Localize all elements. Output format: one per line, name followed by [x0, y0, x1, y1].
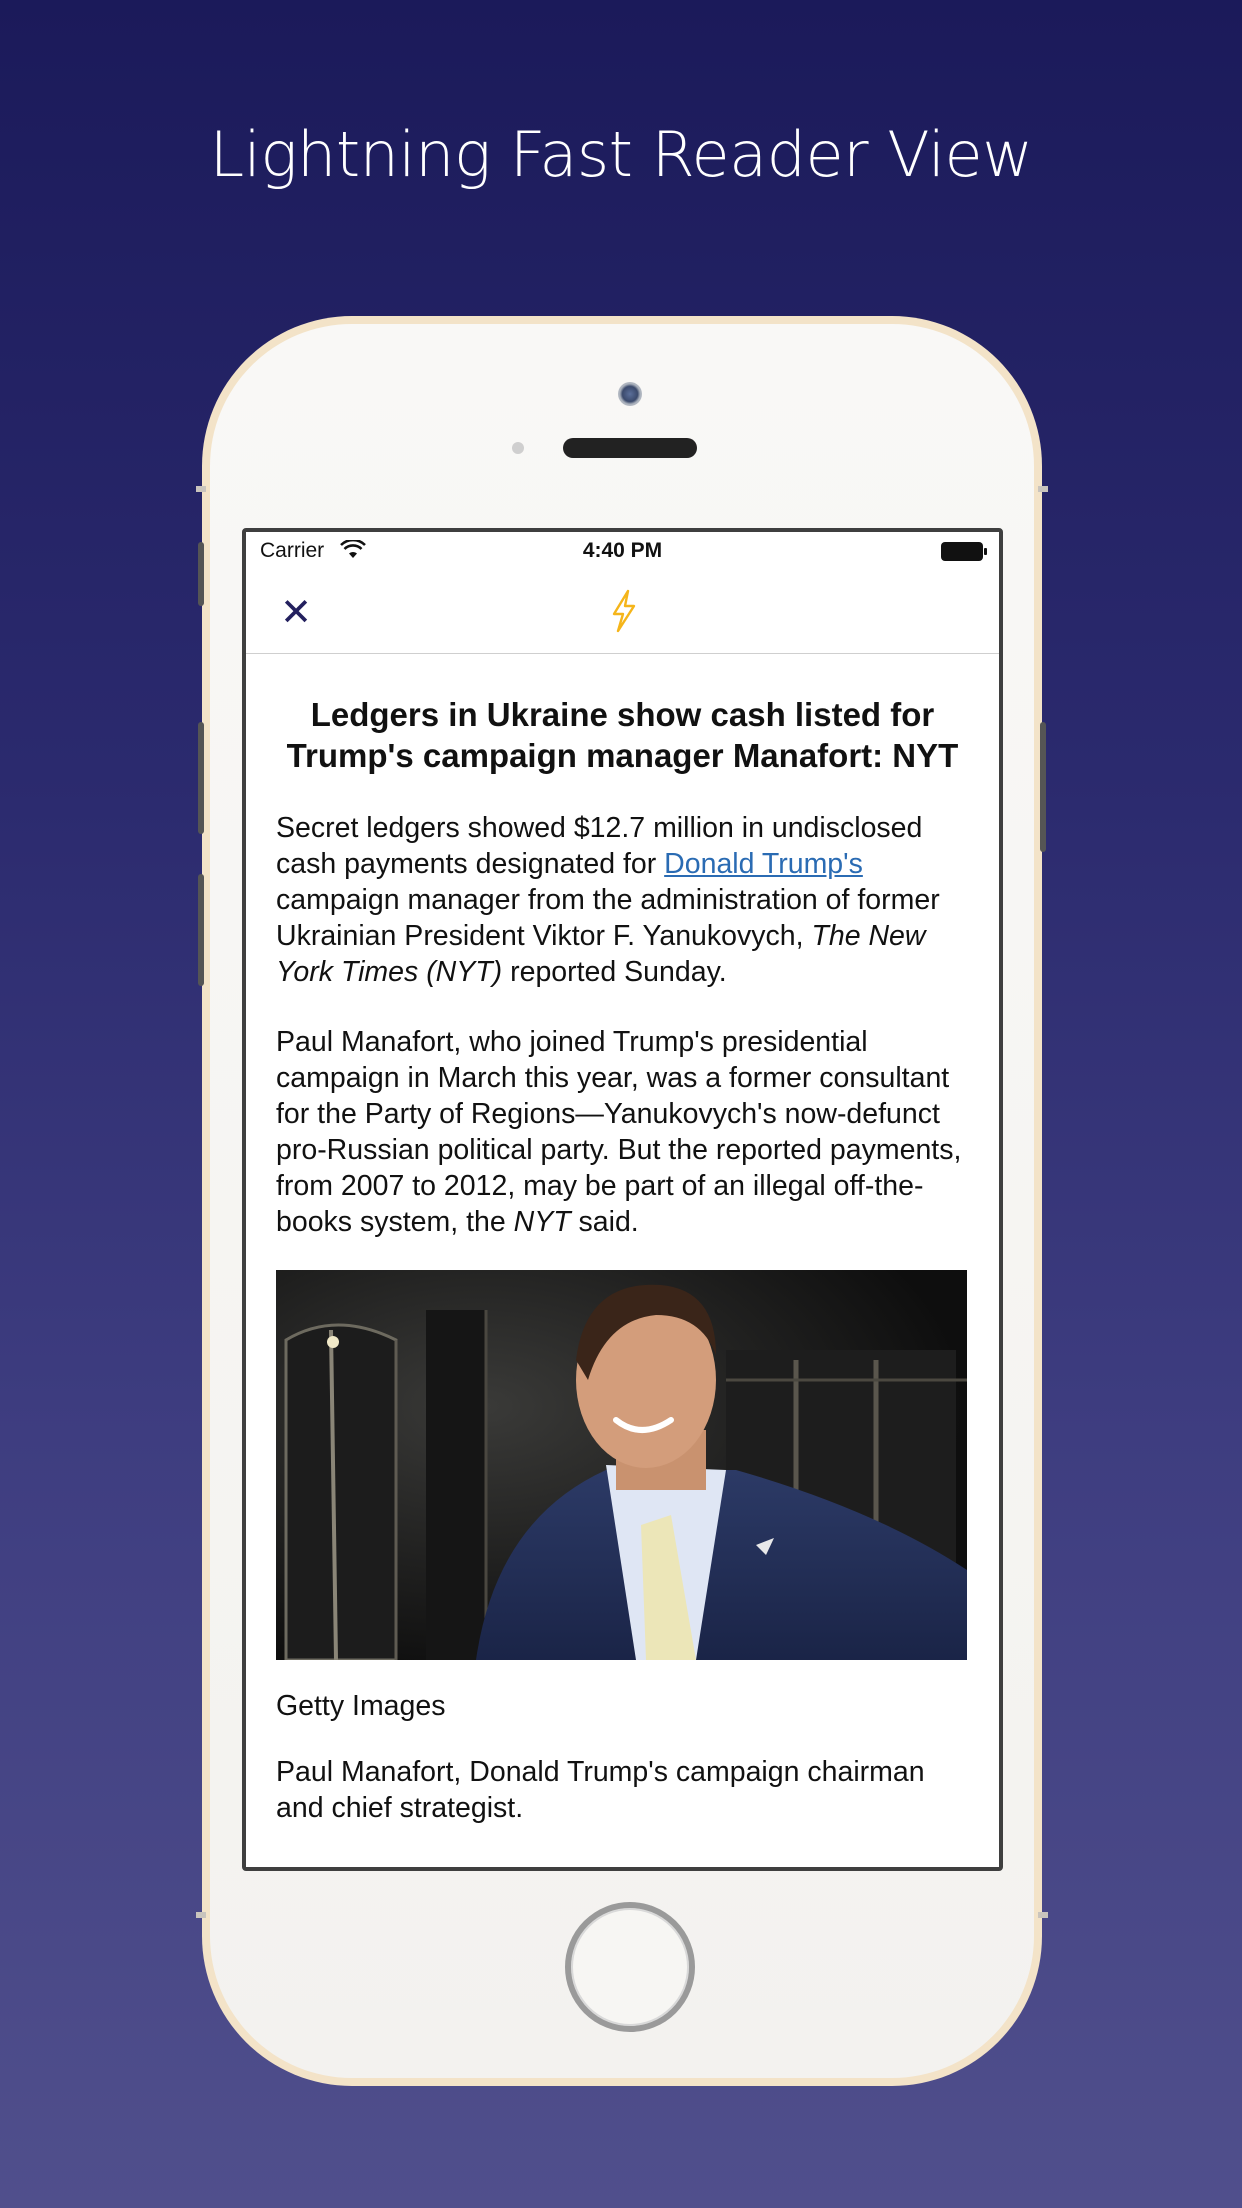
paragraph-emphasis: NYT — [513, 1206, 571, 1238]
paragraph-text: said. — [570, 1206, 639, 1238]
mute-switch — [198, 542, 204, 606]
promo-headline: Lightning Fast Reader View — [209, 118, 1033, 191]
reader-toolbar: ✕ — [246, 570, 999, 654]
power-button — [1040, 722, 1046, 852]
phone-screen: Carrier 4:40 PM ✕ Ledgers in Ukraine sho… — [242, 528, 1003, 1871]
earpiece-speaker — [563, 438, 697, 458]
article-title: Ledgers in Ukraine show cash listed for … — [286, 696, 959, 774]
antenna-band — [1038, 486, 1048, 492]
lightning-icon[interactable] — [606, 588, 642, 634]
antenna-band — [196, 486, 206, 492]
volume-up-button — [198, 722, 204, 834]
antenna-band — [196, 1912, 206, 1918]
status-time: 4:40 PM — [582, 539, 663, 562]
close-icon[interactable]: ✕ — [276, 592, 316, 632]
photo-illustration — [276, 1270, 967, 1660]
photo-caption: Paul Manafort, Donald Trump's campaign c… — [276, 1756, 925, 1824]
volume-down-button — [198, 874, 204, 986]
article-paragraph-2: Paul Manafort, who joined Trump's presid… — [276, 1024, 969, 1240]
antenna-band — [1038, 1912, 1048, 1918]
status-bar: Carrier 4:40 PM — [246, 532, 999, 570]
article-photo — [276, 1270, 967, 1660]
proximity-sensor — [512, 442, 524, 454]
battery-icon — [941, 542, 987, 561]
paragraph-text: reported Sunday. — [502, 956, 727, 988]
article-body: Ledgers in Ukraine show cash listed for … — [276, 654, 969, 1826]
front-camera — [618, 382, 642, 406]
photo-credit: Getty Images — [276, 1690, 446, 1722]
article-paragraph-1: Secret ledgers showed $12.7 million in u… — [276, 810, 969, 990]
donald-trump-link[interactable]: Donald Trump's — [664, 848, 863, 880]
home-button[interactable] — [565, 1902, 695, 2032]
